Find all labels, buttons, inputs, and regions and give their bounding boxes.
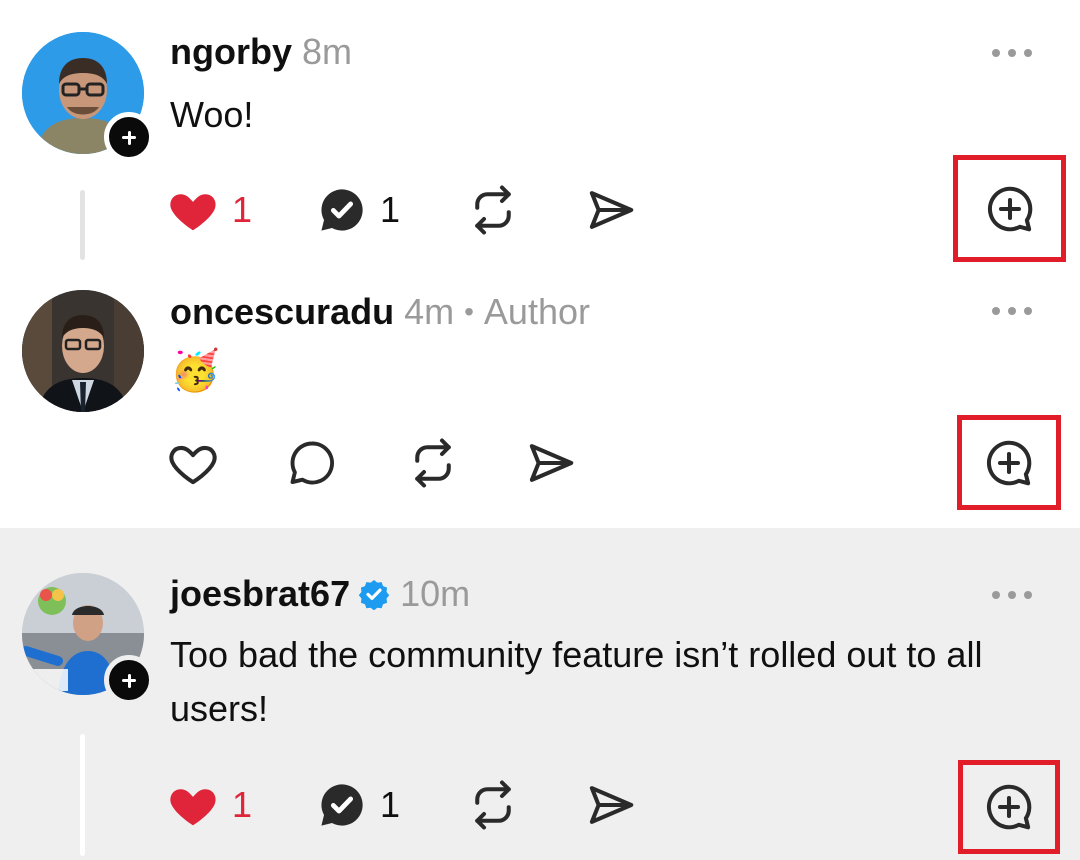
dot-icon — [1024, 591, 1032, 599]
post-header: oncescuradu 4m • Author — [170, 290, 590, 334]
username[interactable]: joesbrat67 — [170, 572, 350, 616]
share-button[interactable] — [584, 775, 638, 835]
heart-icon — [166, 436, 220, 490]
repost-button[interactable] — [406, 433, 460, 493]
avatar-oncescuradu[interactable] — [22, 290, 144, 412]
more-options-button[interactable] — [992, 301, 1032, 321]
like-button[interactable]: 1 — [166, 775, 252, 835]
follow-plus-badge[interactable] — [104, 112, 154, 162]
share-icon — [524, 436, 578, 490]
quote-add-button[interactable] — [958, 760, 1060, 854]
reply-count: 1 — [380, 784, 401, 825]
like-button[interactable] — [166, 433, 220, 493]
like-button[interactable]: 1 — [166, 180, 252, 240]
heart-icon — [166, 778, 220, 832]
dot-icon — [1008, 49, 1016, 57]
more-options-button[interactable] — [992, 43, 1032, 63]
post-emoji: 🥳 — [170, 349, 220, 393]
reply-icon — [316, 779, 368, 831]
quote-add-button[interactable] — [953, 155, 1066, 262]
dot-icon — [992, 591, 1000, 599]
author-label: Author — [483, 291, 590, 332]
reply-button[interactable]: 1 — [316, 180, 400, 240]
follow-plus-badge[interactable] — [104, 655, 154, 705]
reply-count: 1 — [380, 189, 401, 230]
quote-add-icon — [982, 780, 1036, 834]
comment-icon — [286, 437, 338, 489]
timestamp: 4m — [404, 291, 455, 332]
comment-button[interactable] — [286, 433, 338, 493]
timestamp: 10m — [400, 573, 471, 614]
like-count: 1 — [232, 784, 253, 825]
reply-button[interactable]: 1 — [316, 775, 400, 835]
heart-icon — [166, 183, 220, 237]
repost-icon — [406, 436, 460, 490]
share-button[interactable] — [584, 180, 638, 240]
repost-icon — [466, 183, 520, 237]
timestamp: 8m — [302, 31, 353, 72]
dot-icon — [1024, 307, 1032, 315]
post-header: ngorby 8m — [170, 30, 352, 74]
dot-icon — [1008, 307, 1016, 315]
like-count: 1 — [232, 189, 253, 230]
share-icon — [584, 183, 638, 237]
more-options-button[interactable] — [992, 585, 1032, 605]
thread-post-oncescuradu: oncescuradu 4m • Author 🥳 — [0, 268, 1080, 528]
dot-icon — [992, 49, 1000, 57]
quote-add-icon — [983, 182, 1037, 236]
thread-post-joesbrat67: joesbrat67 10m Too bad the community fea… — [0, 528, 1080, 860]
post-text: Woo! — [170, 94, 254, 135]
quote-add-icon — [982, 436, 1036, 490]
separator-dot: • — [464, 296, 474, 327]
thread-connector-line — [80, 190, 85, 260]
reply-icon — [316, 184, 368, 236]
post-text: Too bad the community feature isn’t roll… — [170, 634, 983, 729]
dot-icon — [1024, 49, 1032, 57]
dot-icon — [992, 307, 1000, 315]
quote-add-button[interactable] — [957, 415, 1061, 510]
repost-icon — [466, 778, 520, 832]
repost-button[interactable] — [466, 180, 520, 240]
share-icon — [584, 778, 638, 832]
dot-icon — [1008, 591, 1016, 599]
thread-post-ngorby: ngorby 8m Woo! 1 1 — [0, 0, 1080, 268]
verified-badge-icon — [358, 580, 390, 610]
post-header: joesbrat67 10m — [170, 572, 470, 616]
username[interactable]: ngorby — [170, 30, 292, 74]
repost-button[interactable] — [466, 775, 520, 835]
thread-connector-line — [80, 734, 85, 856]
username[interactable]: oncescuradu — [170, 290, 394, 334]
share-button[interactable] — [524, 433, 578, 493]
